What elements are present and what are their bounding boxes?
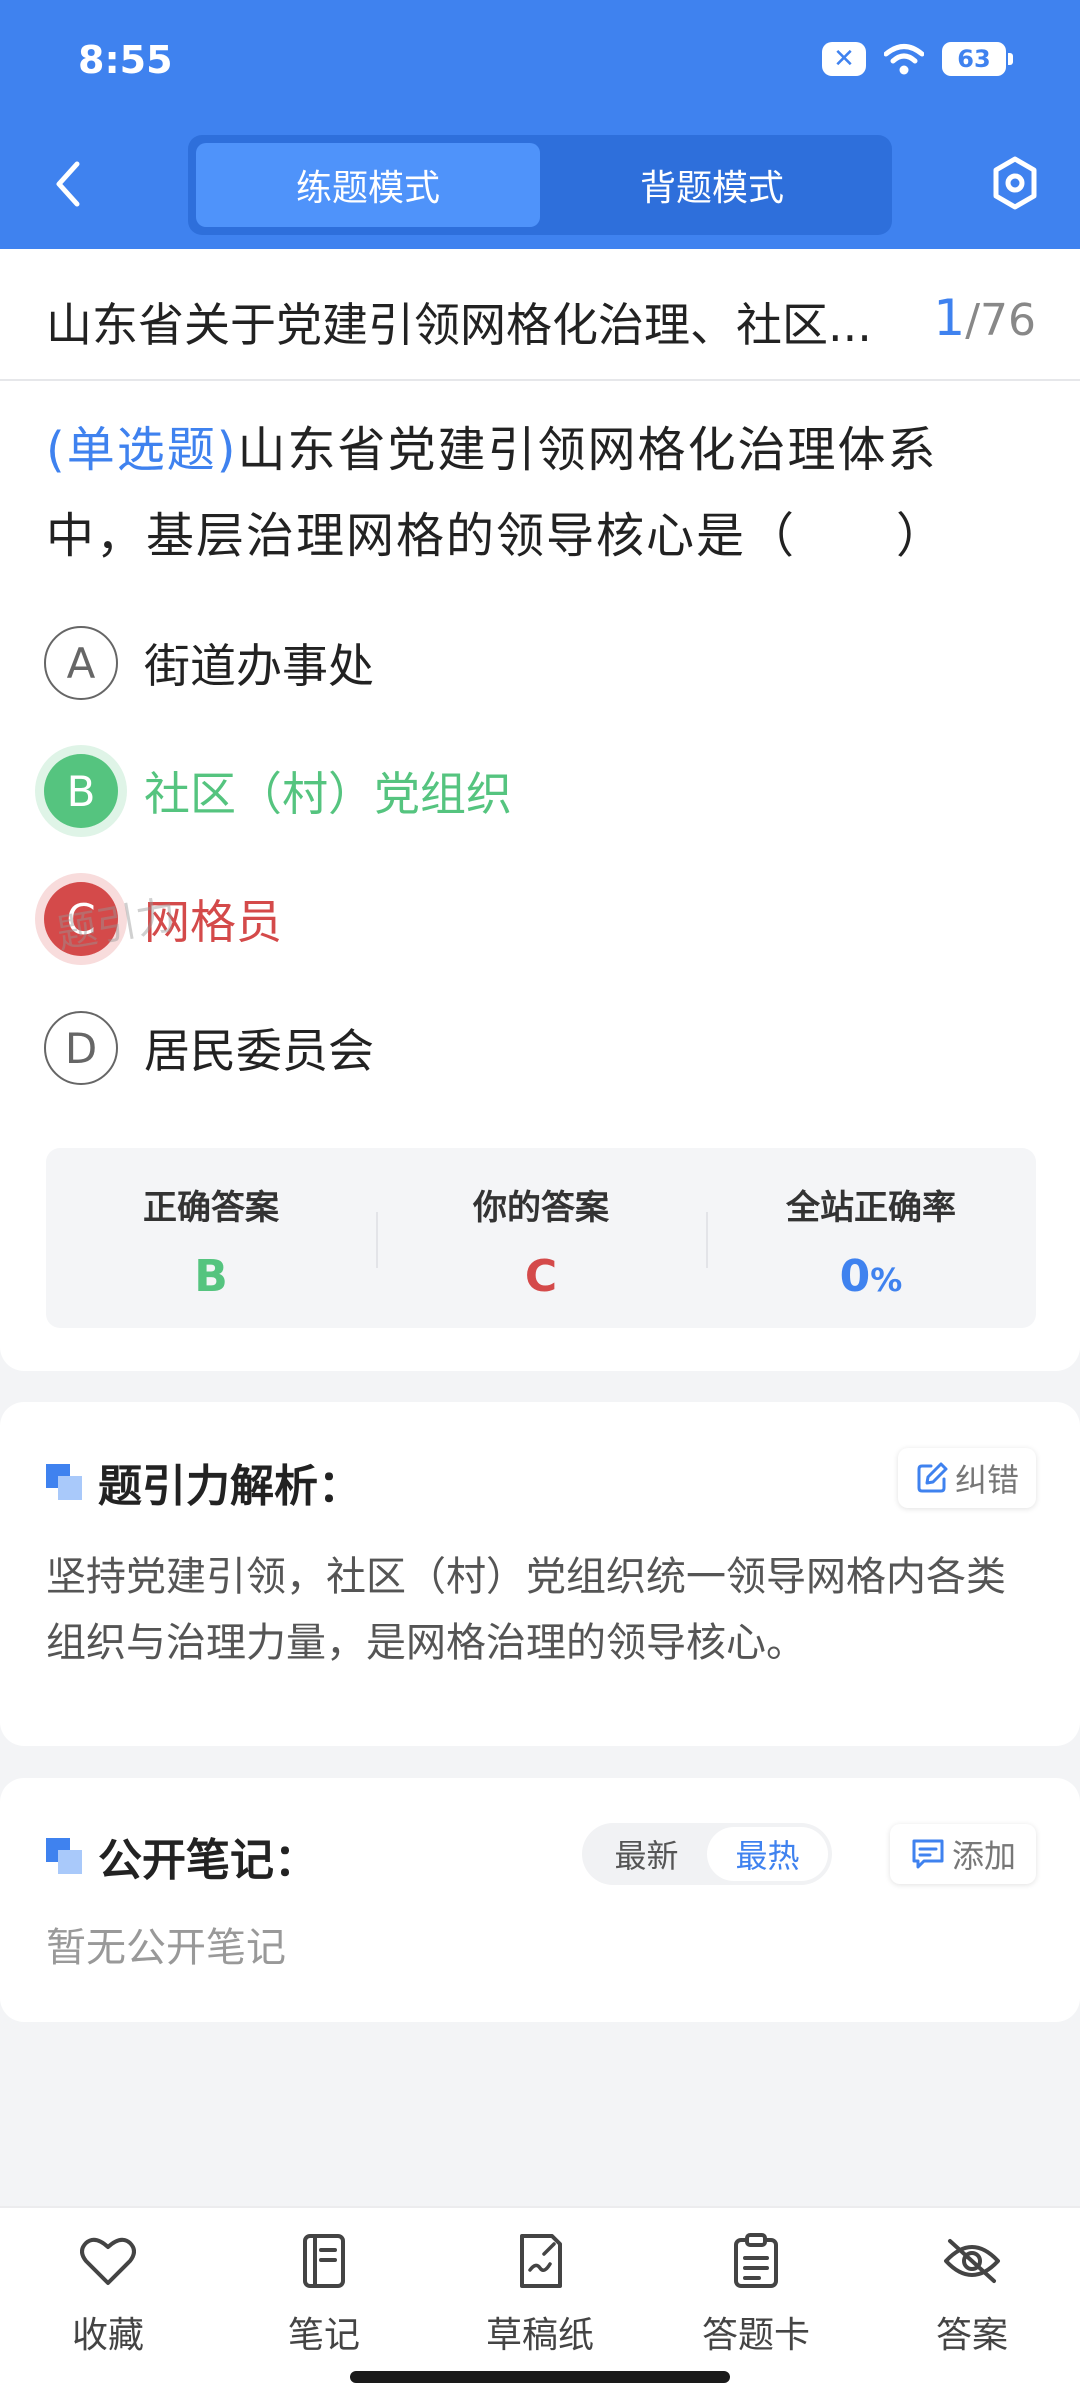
empty-notes-text: 暂无公开笔记 (46, 1925, 286, 1971)
option-text: 居民委员会 (144, 1024, 374, 1078)
notes-sort-switch: 最新 最热 (582, 1823, 832, 1885)
analysis-title-text: 题引力解析： (98, 1461, 362, 1512)
sort-hottest[interactable]: 最热 (707, 1827, 828, 1881)
sort-newest[interactable]: 最新 (586, 1827, 707, 1881)
accuracy-unit: % (870, 1261, 903, 1299)
report-error-button[interactable]: 纠错 (898, 1448, 1036, 1508)
question-counter[interactable]: 1/76 (933, 289, 1036, 347)
notes-title-text: 公开笔记： (98, 1835, 318, 1886)
question-set-title: 山东省关于党建引领网格化治理、社区... (46, 298, 872, 352)
current-question-number: 1 (933, 289, 966, 347)
correct-answer-col: 正确答案 B (46, 1148, 376, 1328)
tab-recite-mode[interactable]: 背题模式 (540, 143, 884, 227)
nav-show-answer[interactable]: 答案 (892, 2230, 1052, 2360)
nav-notes[interactable]: 笔记 (244, 2230, 404, 2360)
battery-level: 63 (957, 45, 991, 73)
section-squares-icon (46, 1464, 82, 1500)
eye-off-icon (941, 2230, 1003, 2292)
total-questions: /76 (965, 295, 1036, 346)
analysis-card: 题引力解析： 纠错 坚持党建引领，社区（村）党组织统一领导网格内各类组织与治理力… (0, 1402, 1080, 1746)
nav-label: 笔记 (287, 2315, 360, 2356)
heart-icon (77, 2230, 139, 2292)
nav-label: 收藏 (71, 2315, 144, 2356)
nav-label: 答案 (935, 2315, 1008, 2356)
analysis-title: 题引力解析： (46, 1450, 362, 1514)
question-type: (单选题) (46, 422, 238, 478)
section-squares-icon (46, 1838, 82, 1874)
site-accuracy-col: 全站正确率 0% (706, 1148, 1036, 1328)
add-note-button[interactable]: 添加 (890, 1824, 1036, 1884)
settings-button[interactable] (988, 152, 1042, 214)
nav-label: 答题卡 (701, 2315, 810, 2356)
back-button[interactable] (40, 152, 96, 216)
accuracy-number: 0 (839, 1251, 871, 1302)
notebook-icon (293, 2230, 355, 2292)
question-card: (单选题)山东省党建引领网格化治理体系中，基层治理网格的领导核心是（ ） A 街… (0, 381, 1080, 1371)
nav-answer-sheet[interactable]: 答题卡 (676, 2230, 836, 2360)
site-accuracy-value: 0% (706, 1251, 1036, 1302)
notes-title: 公开笔记： (46, 1824, 318, 1888)
add-note-label: 添加 (951, 1837, 1016, 1875)
hexagon-settings-icon (993, 156, 1037, 210)
wifi-icon (884, 44, 924, 75)
comment-icon (912, 1839, 944, 1869)
nav-label: 草稿纸 (485, 2315, 594, 2356)
option-b[interactable]: B 社区（村）党组织 (44, 751, 512, 831)
status-time: 8:55 (78, 38, 173, 82)
mode-switch: 练题模式 背题模式 (188, 135, 892, 235)
your-answer-col: 你的答案 C (376, 1148, 706, 1328)
top-header: 8:55 ✕ 63 练题模式 背题模式 (0, 0, 1080, 249)
answer-summary: 正确答案 B 你的答案 C 全站正确率 0% (46, 1148, 1036, 1328)
option-d[interactable]: D 居民委员会 (44, 1008, 374, 1088)
tab-practice-mode[interactable]: 练题模式 (196, 143, 540, 227)
battery-icon: 63 (942, 42, 1013, 76)
correct-answer-value: B (194, 1251, 228, 1302)
question-stem: (单选题)山东省党建引领网格化治理体系中，基层治理网格的领导核心是（ ） (46, 407, 1036, 579)
analysis-text: 坚持党建引领，社区（村）党组织统一领导网格内各类组织与治理力量，是网格治理的领导… (46, 1554, 1006, 1666)
option-text: 社区（村）党组织 (144, 767, 512, 821)
edit-icon (917, 1462, 948, 1493)
status-icons: ✕ 63 (822, 42, 1013, 76)
your-answer-value: C (524, 1251, 558, 1302)
option-text: 街道办事处 (144, 639, 374, 693)
option-letter-badge: B (44, 754, 118, 828)
option-letter-badge: D (44, 1011, 118, 1085)
option-letter-badge: A (44, 626, 118, 700)
nav-favorite[interactable]: 收藏 (28, 2230, 188, 2360)
notification-x-icon: ✕ (822, 42, 866, 76)
option-a[interactable]: A 街道办事处 (44, 623, 374, 703)
your-answer-label: 你的答案 (473, 1188, 609, 1228)
answer-sheet-icon (725, 2230, 787, 2292)
question-set-title-bar: 山东省关于党建引领网格化治理、社区... 1/76 (0, 249, 1080, 381)
correct-answer-label: 正确答案 (143, 1188, 279, 1228)
home-indicator[interactable] (350, 2371, 730, 2383)
site-accuracy-label: 全站正确率 (786, 1188, 956, 1228)
public-notes-card: 公开笔记： 最新 最热 添加 暂无公开笔记 (0, 1778, 1080, 2022)
draft-paper-icon (509, 2230, 571, 2292)
report-error-label: 纠错 (954, 1461, 1019, 1499)
chevron-left-icon (56, 161, 80, 207)
nav-draft-paper[interactable]: 草稿纸 (460, 2230, 620, 2360)
